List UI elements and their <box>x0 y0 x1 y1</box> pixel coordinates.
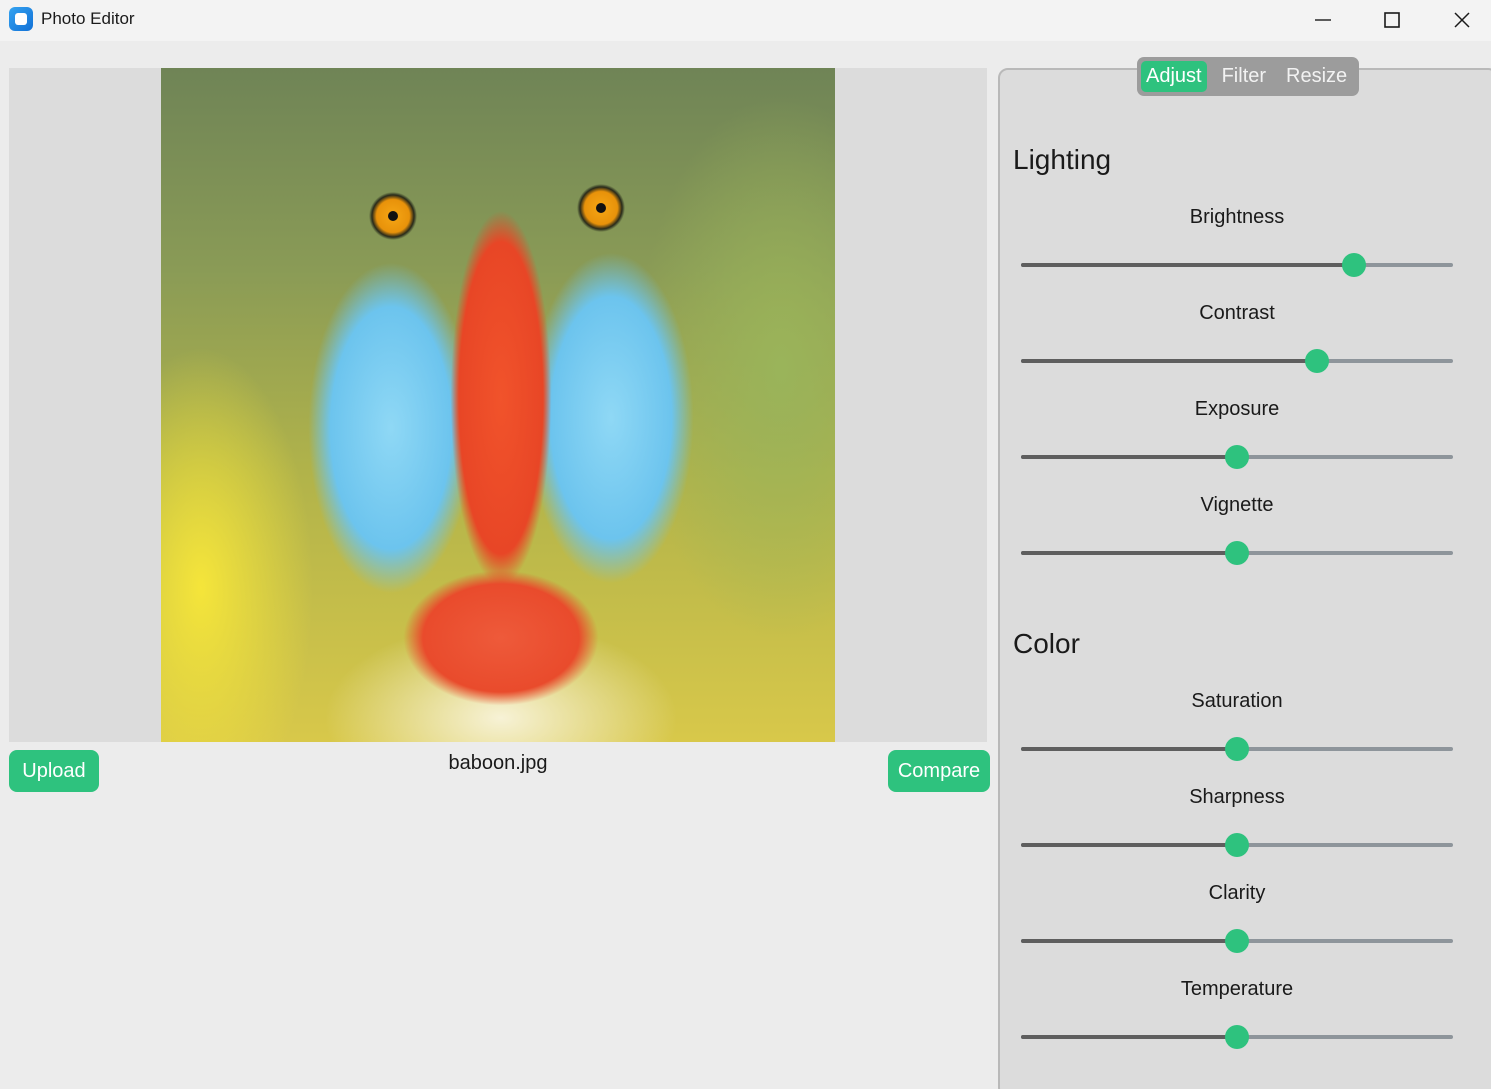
tab-resize[interactable]: Resize <box>1281 61 1352 92</box>
slider-thumb[interactable] <box>1225 929 1249 953</box>
left-eye <box>388 211 398 221</box>
slider-fill <box>1021 263 1354 267</box>
sharpness-label: Sharpness <box>1189 786 1285 808</box>
tab-filter[interactable]: Filter <box>1217 61 1271 92</box>
vignette-label: Vignette <box>1200 494 1274 516</box>
slider-fill <box>1021 843 1237 847</box>
file-name: baboon.jpg <box>448 752 548 774</box>
exposure-slider[interactable] <box>1021 445 1453 469</box>
close-button[interactable] <box>1427 0 1491 41</box>
maximize-icon <box>1384 12 1400 28</box>
slider-fill <box>1021 939 1237 943</box>
vignette-slider[interactable] <box>1021 541 1453 565</box>
slider-thumb[interactable] <box>1225 833 1249 857</box>
image-preview-area <box>9 68 987 742</box>
contrast-label: Contrast <box>1199 302 1275 324</box>
exposure-label: Exposure <box>1194 398 1280 420</box>
slider-fill <box>1021 359 1317 363</box>
slider-thumb[interactable] <box>1225 737 1249 761</box>
slider-fill <box>1021 1035 1237 1039</box>
right-eye <box>596 203 606 213</box>
app-icon <box>9 7 33 31</box>
slider-fill <box>1021 551 1237 555</box>
slider-thumb[interactable] <box>1225 1025 1249 1049</box>
color-section-title: Color <box>1013 628 1080 659</box>
tab-adjust[interactable]: Adjust <box>1141 61 1207 92</box>
slider-fill <box>1021 747 1237 751</box>
compare-button[interactable]: Compare <box>888 750 990 792</box>
photo-preview <box>161 68 835 742</box>
temperature-label: Temperature <box>1180 978 1294 1000</box>
clarity-slider[interactable] <box>1021 929 1453 953</box>
slider-thumb[interactable] <box>1304 349 1329 373</box>
title-bar: Photo Editor <box>0 0 1491 41</box>
contrast-slider[interactable] <box>1021 349 1453 373</box>
lighting-section-title: Lighting <box>1013 144 1112 175</box>
sharpness-slider[interactable] <box>1021 833 1453 857</box>
window-title: Photo Editor <box>41 9 135 28</box>
tab-bar: Adjust Filter Resize <box>1137 57 1359 96</box>
slider-thumb[interactable] <box>1341 253 1366 277</box>
saturation-label: Saturation <box>1191 690 1283 712</box>
saturation-slider[interactable] <box>1021 737 1453 761</box>
slider-fill <box>1021 455 1237 459</box>
minimize-icon <box>1315 19 1331 21</box>
maximize-button[interactable] <box>1357 0 1427 41</box>
minimize-button[interactable] <box>1288 0 1358 41</box>
slider-thumb[interactable] <box>1225 445 1249 469</box>
close-icon <box>1454 12 1470 28</box>
brightness-label: Brightness <box>1189 206 1285 228</box>
clarity-label: Clarity <box>1208 882 1266 904</box>
brightness-slider[interactable] <box>1021 253 1453 277</box>
slider-thumb[interactable] <box>1225 541 1249 565</box>
temperature-slider[interactable] <box>1021 1025 1453 1049</box>
